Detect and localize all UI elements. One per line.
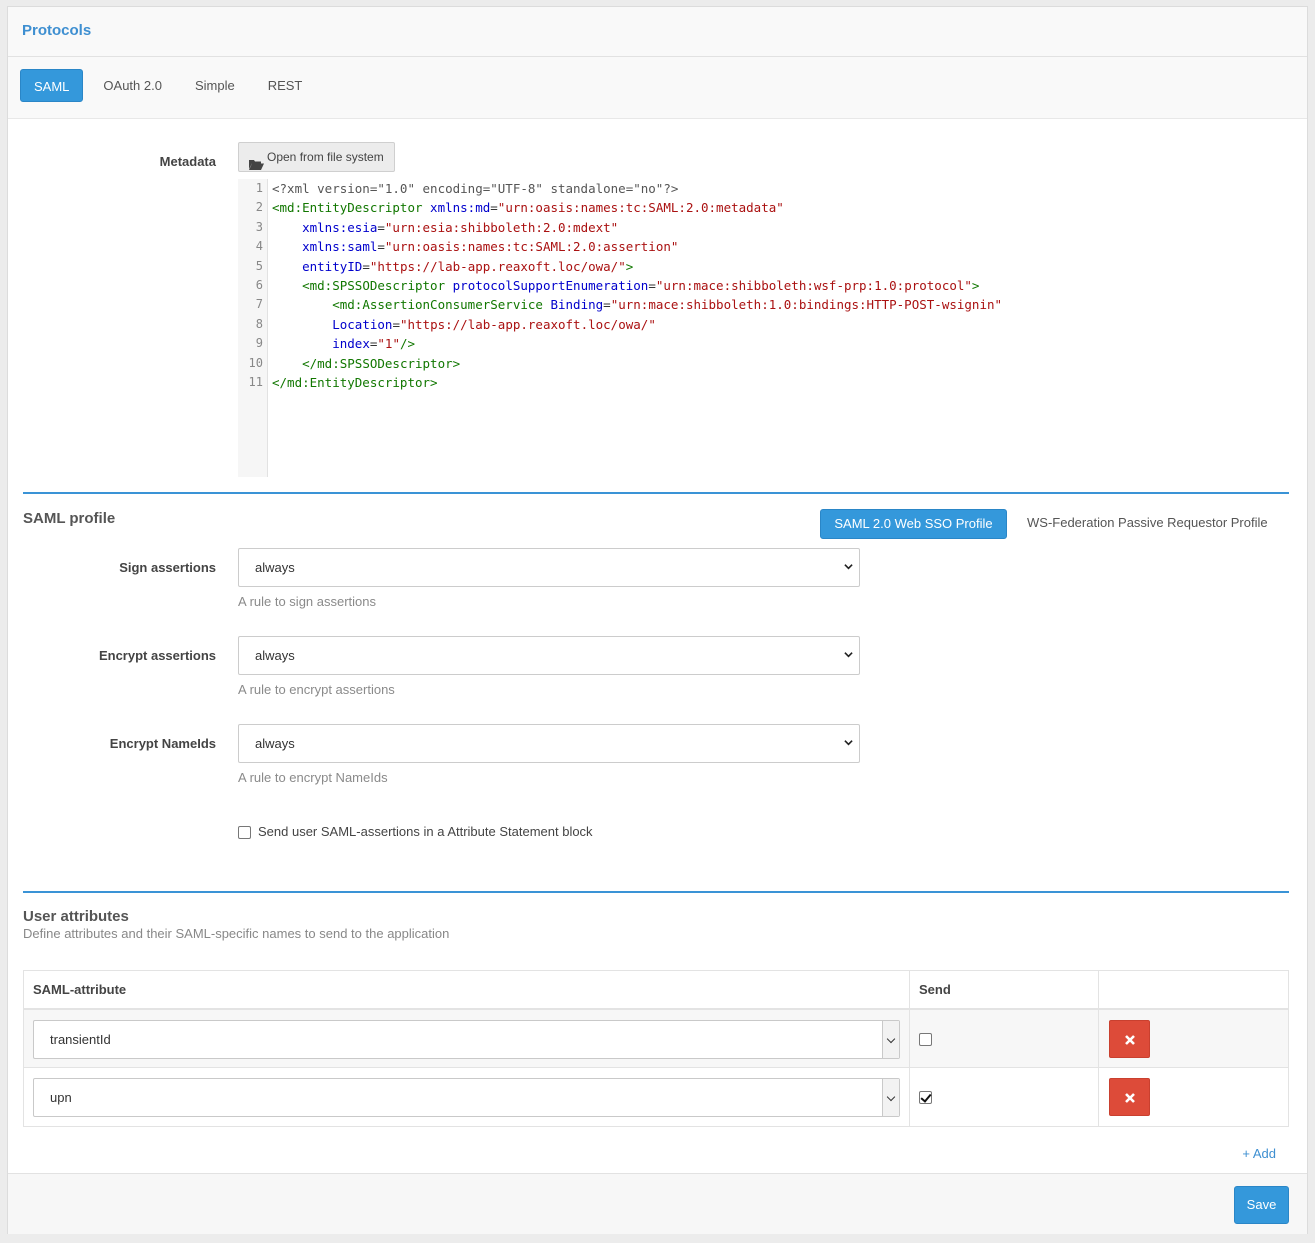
panel-header: Protocols	[8, 7, 1307, 57]
delete-row-button[interactable]	[1109, 1078, 1150, 1116]
add-attribute-link[interactable]: + Add	[1242, 1146, 1276, 1161]
open-file-label: Open from file system	[267, 150, 384, 164]
panel-title: Protocols	[22, 22, 92, 39]
code-line: <?xml version="1.0" encoding="UTF-8" sta…	[272, 181, 679, 196]
attribute-cell: transientId	[24, 1010, 910, 1067]
sign-assertions-help: A rule to sign assertions	[238, 594, 377, 609]
column-header-saml-attribute: SAML-attribute	[24, 971, 910, 1008]
code-line: <md:SPSSODescriptor protocolSupportEnume…	[302, 277, 980, 293]
sign-assertions-label: Sign assertions	[119, 560, 216, 575]
code-line: Location="https://lab-app.reaxoft.loc/ow…	[332, 316, 656, 332]
panel-footer: Save	[8, 1173, 1307, 1234]
encrypt-assertions-label: Encrypt assertions	[98, 648, 216, 663]
line-number-gutter: 1 2 3 4 5 6 7 8 9 10 11	[238, 179, 268, 477]
metadata-code-editor[interactable]: 1 2 3 4 5 6 7 8 9 10 11 <?xml version="1.0" encodi…	[238, 179, 1290, 477]
send-checkbox[interactable]	[919, 1091, 932, 1104]
metadata-label: Metadata	[159, 154, 216, 169]
code-line: <md:EntityDescriptor xmlns:md="urn:oasis…	[272, 200, 784, 216]
tab-saml[interactable]: SAML	[20, 69, 84, 102]
line-number: 11	[248, 374, 263, 389]
save-button[interactable]: Save	[1234, 1186, 1289, 1224]
encrypt-assertions-help: A rule to encrypt assertions	[238, 682, 395, 697]
code-line: </md:EntityDescriptor>	[272, 374, 438, 390]
attribute-value: transientId	[50, 1032, 111, 1047]
line-number: 9	[255, 336, 263, 351]
tab-simple[interactable]: Simple	[182, 69, 248, 102]
column-header-send: Send	[910, 971, 1099, 1008]
attribute-statement-label: Send user SAML-assertions in a Attribute…	[258, 824, 593, 839]
line-number: 2	[255, 200, 263, 215]
saml-web-sso-profile-button[interactable]: SAML 2.0 Web SSO Profile	[820, 509, 1007, 539]
code-line: xmlns:esia="urn:esia:shibboleth:2.0:mdex…	[302, 219, 619, 235]
send-checkbox[interactable]	[919, 1033, 932, 1046]
ws-federation-profile-button[interactable]: WS-Federation Passive Requestor Profile	[1027, 515, 1268, 530]
chevron-down-icon	[844, 564, 853, 570]
section-divider	[23, 891, 1289, 893]
actions-cell	[1099, 1068, 1288, 1126]
protocol-tabs: SAML OAuth 2.0 Simple REST	[8, 57, 1307, 119]
send-cell	[910, 1068, 1099, 1126]
attribute-value: upn	[50, 1090, 72, 1105]
saml-profile-title: SAML profile	[23, 510, 116, 527]
attribute-select[interactable]: upn	[33, 1078, 900, 1117]
code-line: entityID="https://lab-app.reaxoft.loc/ow…	[302, 258, 634, 274]
table-row: transientId	[24, 1010, 1288, 1068]
delete-row-button[interactable]	[1109, 1020, 1150, 1058]
code-content: <?xml version="1.0" encoding="UTF-8" sta…	[272, 179, 1002, 392]
encrypt-nameids-help: A rule to encrypt NameIds	[238, 770, 388, 785]
line-number: 1	[255, 181, 263, 195]
line-number: 4	[255, 239, 263, 254]
protocols-panel: Protocols SAML OAuth 2.0 Simple REST Met…	[7, 6, 1308, 1234]
sign-assertions-select[interactable]: always	[238, 548, 860, 587]
close-icon	[1125, 1035, 1135, 1045]
section-divider	[23, 492, 1289, 494]
sign-assertions-value: always	[255, 560, 295, 575]
close-icon	[1125, 1093, 1135, 1103]
code-line: <md:AssertionConsumerService Binding="ur…	[332, 297, 1003, 313]
encrypt-assertions-select[interactable]: always	[238, 636, 860, 675]
chevron-down-icon	[844, 740, 853, 746]
tab-rest[interactable]: REST	[255, 69, 316, 102]
chevron-down-icon	[882, 1021, 899, 1058]
line-number: 5	[255, 258, 263, 273]
encrypt-assertions-value: always	[255, 648, 295, 663]
line-number: 3	[255, 219, 263, 234]
tab-oauth[interactable]: OAuth 2.0	[90, 69, 175, 102]
encrypt-nameids-label: Encrypt NameIds	[109, 736, 216, 751]
open-file-button[interactable]: Open from file system	[238, 142, 395, 172]
chevron-down-icon	[844, 652, 853, 658]
encrypt-nameids-value: always	[255, 736, 295, 751]
line-number: 10	[248, 355, 263, 370]
folder-open-icon	[249, 152, 264, 170]
code-line: index="1"/>	[332, 336, 416, 352]
line-number: 6	[255, 277, 263, 292]
column-header-actions	[1099, 971, 1288, 1008]
code-line: xmlns:saml="urn:oasis:names:tc:SAML:2.0:…	[302, 239, 679, 255]
user-attributes-title: User attributes	[23, 908, 129, 925]
table-header: SAML-attribute Send	[24, 971, 1288, 1010]
user-attributes-description: Define attributes and their SAML-specifi…	[23, 926, 450, 941]
send-cell	[910, 1010, 1099, 1067]
table-row: upn	[24, 1068, 1288, 1126]
line-number: 7	[255, 297, 263, 312]
line-number: 8	[255, 316, 263, 331]
code-line: </md:SPSSODescriptor>	[302, 355, 461, 371]
actions-cell	[1099, 1010, 1288, 1067]
attribute-select[interactable]: transientId	[33, 1020, 900, 1059]
attribute-statement-checkbox[interactable]	[238, 826, 251, 839]
chevron-down-icon	[882, 1079, 899, 1116]
encrypt-nameids-select[interactable]: always	[238, 724, 860, 763]
user-attributes-table: SAML-attribute Send transientId upn	[23, 970, 1289, 1127]
attribute-cell: upn	[24, 1068, 910, 1126]
